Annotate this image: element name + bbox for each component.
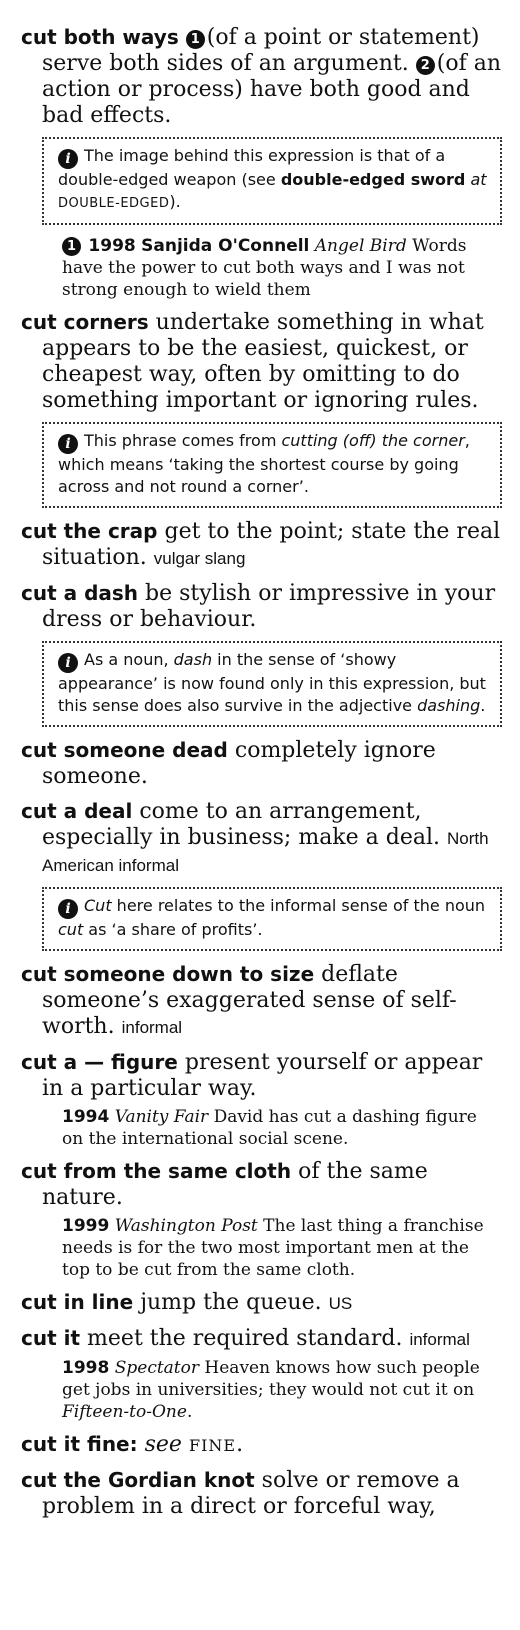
dictionary-page: cut both ways 1 (of a point or statement)… [0,0,520,1630]
citation-year: 1994 [62,1107,110,1127]
citation-source: Washington Post [114,1216,258,1236]
register-label: informal [121,1018,183,1037]
citation: 1999 Washington Post The last thing a fr… [62,1215,502,1281]
sense-number-icon: 1 [62,237,81,256]
cross-reference: FINE [188,1436,237,1455]
citation-source: Vanity Fair [114,1107,209,1127]
entry-cut-corners: cut corners undertake something in what … [21,309,502,414]
citation: 1994 Vanity Fair David has cut a dashing… [62,1106,502,1150]
entry-cut-it: cut it meet the required standard. infor… [21,1325,502,1353]
definition: meet the required standard. [87,1326,403,1351]
entry-cut-the-gordian-knot: cut the Gordian knot solve or remove a p… [21,1467,502,1520]
see-label: see [144,1432,182,1457]
entry-cut-in-line: cut in line jump the queue. US [21,1289,502,1317]
info-icon: i [58,653,78,673]
cross-reference: DOUBLE-EDGED [58,196,170,211]
register-label: US [328,1294,353,1313]
entry-cut-someone-dead: cut someone dead completely ignore someo… [21,737,502,790]
sense-number-icon: 1 [185,30,205,49]
entry-cut-someone-down-to-size: cut someone down to size deflate someone… [21,961,502,1041]
headword: cut the crap [21,519,158,543]
entry-cut-it-fine: cut it fine: see FINE. [21,1432,244,1457]
headword: cut it fine [21,1432,130,1456]
citation-year: 1998 [62,1358,110,1378]
citation: 1998 Spectator Heaven knows how such peo… [62,1358,480,1422]
entry-cut-a-dash: cut a dash be stylish or impressive in y… [21,580,502,633]
citation-year: 1999 [62,1216,110,1236]
usage-note: i The image behind this expression is tha… [42,137,502,225]
citation: 1 1998 Sanjida O'Connell Angel Bird Word… [62,235,502,301]
definition: jump the queue. [140,1290,322,1315]
info-icon: i [58,899,78,919]
headword: cut it [21,1326,81,1350]
usage-note: i As a noun, dash in the sense of ‘showy … [42,641,502,727]
entry-cut-a-figure: cut a — figure present yourself or appea… [21,1049,502,1102]
headword: cut a deal [21,799,133,823]
headword: cut corners [21,310,149,334]
headword: cut the Gordian knot [21,1468,255,1492]
usage-note: i This phrase comes from cutting (off) th… [42,422,502,508]
entry-cut-both-ways: cut both ways 1 (of a point or statement)… [21,24,502,129]
headword: cut a — figure [21,1050,178,1074]
headword: cut both ways [21,25,179,49]
citation-source: Spectator [114,1358,200,1378]
headword: cut a dash [21,581,139,605]
entry-cut-the-crap: cut the crap get to the point; state the… [21,518,502,572]
usage-note: i Cut here relates to the informal sense … [42,887,502,951]
headword: cut in line [21,1290,134,1314]
headword: cut someone dead [21,738,228,762]
citation-source: Angel Bird [314,236,407,256]
sense-number-icon: 2 [415,56,435,75]
citation-author: Sanjida O'Connell [141,236,310,256]
info-icon: i [58,434,78,454]
headword: cut someone down to size [21,962,315,986]
entry-cut-from-the-same-cloth: cut from the same cloth of the same natu… [21,1158,502,1211]
register-label: informal [409,1330,470,1349]
entry-cut-a-deal: cut a deal come to an arrangement, espec… [21,798,502,879]
register-label: vulgar slang [153,549,246,568]
info-icon: i [58,149,78,169]
citation-year: 1998 [88,236,136,256]
headword: cut from the same cloth [21,1159,292,1183]
